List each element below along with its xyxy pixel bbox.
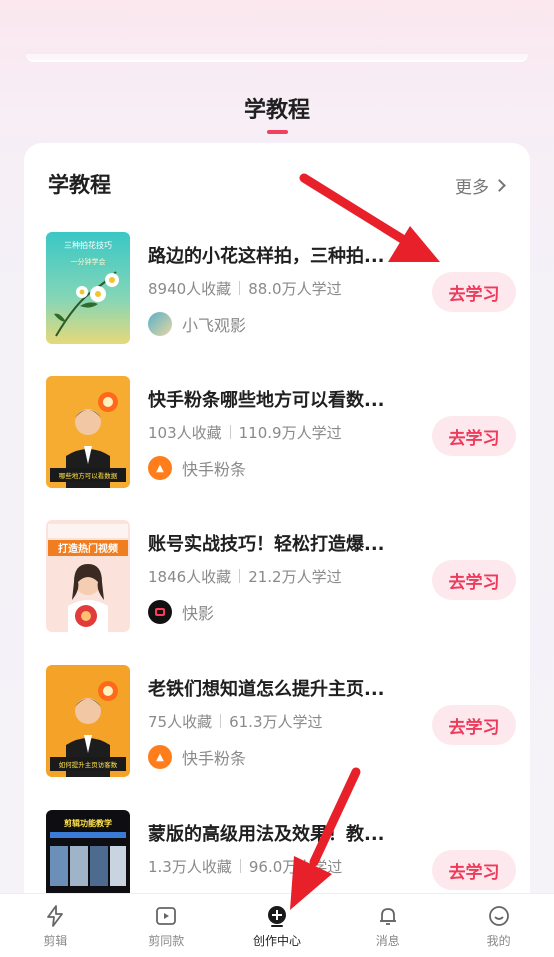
- tab-label: 消息: [375, 934, 400, 948]
- bottom-tab-bar: 剪辑 剪同款 创作中心 消息 我的: [0, 893, 554, 957]
- tutorial-thumbnail[interactable]: 打造热门视频: [46, 520, 130, 632]
- tutorial-thumbnail[interactable]: 三种拍花技巧 一分钟学会: [46, 232, 130, 344]
- tab-label: 创作中心: [252, 934, 301, 948]
- stat-divider: [239, 859, 241, 873]
- save-count: 1846人收藏: [148, 568, 232, 586]
- learner-count: 61.3万人学过: [229, 713, 323, 731]
- author-name: 快影: [182, 604, 215, 623]
- chevron-right-icon: [493, 179, 506, 192]
- avatar: ▲: [148, 745, 172, 769]
- tutorial-title[interactable]: 账号实战技巧！轻松打造爆...: [148, 530, 398, 556]
- tutorial-author[interactable]: ▲ 快手粉条: [148, 745, 246, 769]
- stat-divider: [239, 569, 241, 583]
- svg-text:一分钟学会: 一分钟学会: [71, 257, 106, 266]
- list-item[interactable]: 打造热门视频 账号实战技巧！轻松打造爆... 1846人收藏 21.2万人学过 快…: [46, 520, 516, 632]
- list-item[interactable]: 三种拍花技巧 一分钟学会 路边的小花这样拍，三种拍... 8940人收藏 88.0…: [46, 232, 516, 344]
- author-name: 小飞观影: [182, 316, 247, 335]
- svg-text:如何提升主页访客数: 如何提升主页访客数: [59, 760, 118, 769]
- tutorial-author[interactable]: 快影: [148, 600, 214, 624]
- card-title: 学教程: [48, 173, 111, 197]
- svg-text:哪些地方可以看数据: 哪些地方可以看数据: [59, 471, 118, 480]
- tab-messages[interactable]: 消息: [332, 894, 443, 957]
- save-count: 103人收藏: [148, 424, 222, 442]
- tab-profile[interactable]: 我的: [443, 894, 554, 957]
- tutorial-stats: 8940人收藏 88.0万人学过: [148, 278, 342, 299]
- tutorial-stats: 75人收藏 61.3万人学过: [148, 711, 323, 732]
- tab-template[interactable]: 剪同款: [111, 894, 222, 957]
- svg-text:三种拍花技巧: 三种拍花技巧: [64, 240, 112, 250]
- smile-icon: [488, 906, 509, 926]
- section-title[interactable]: 学教程: [0, 92, 554, 124]
- go-learn-button[interactable]: 去学习: [432, 416, 516, 456]
- avatar: ▲: [148, 456, 172, 480]
- learner-count: 96.0万人学过: [248, 858, 343, 876]
- tab-label: 我的: [486, 934, 511, 948]
- tutorial-title[interactable]: 路边的小花这样拍，三种拍...: [148, 242, 398, 268]
- stat-divider: [229, 425, 231, 439]
- tab-label: 剪辑: [43, 934, 68, 948]
- learner-count: 88.0万人学过: [248, 280, 342, 298]
- svg-text:剪辑功能教学: 剪辑功能教学: [64, 818, 112, 828]
- tab-edit[interactable]: 剪辑: [0, 894, 111, 957]
- tutorial-thumbnail[interactable]: 哪些地方可以看数据: [46, 376, 130, 488]
- stat-divider: [239, 281, 241, 295]
- save-count: 75人收藏: [148, 713, 213, 731]
- tutorial-author[interactable]: ▲ 快手粉条: [148, 456, 246, 480]
- tutorial-title[interactable]: 快手粉条哪些地方可以看数...: [148, 386, 398, 412]
- tutorial-card: 学教程 更多 三种拍花技巧 一分钟学会 路边的小花这样拍，三种拍... 8940…: [24, 143, 530, 923]
- go-learn-button[interactable]: 去学习: [432, 850, 516, 890]
- lightning-icon: [47, 905, 64, 927]
- list-item[interactable]: 如何提升主页访客数 老铁们想知道怎么提升主页... 75人收藏 61.3万人学过 …: [46, 665, 516, 777]
- author-name: 快手粉条: [182, 460, 247, 479]
- more-label: 更多: [455, 178, 489, 198]
- go-learn-button[interactable]: 去学习: [432, 705, 516, 745]
- tutorial-stats: 1.3万人收藏 96.0万人学过: [148, 856, 342, 877]
- avatar: [148, 600, 172, 624]
- save-count: 1.3万人收藏: [148, 858, 232, 876]
- bell-icon: [379, 908, 396, 925]
- active-tab-indicator: [267, 130, 288, 134]
- author-name: 快手粉条: [182, 749, 247, 768]
- avatar: [148, 312, 172, 336]
- more-link[interactable]: 更多: [455, 173, 506, 198]
- top-divider: [26, 54, 528, 62]
- tutorial-author[interactable]: 小飞观影: [148, 312, 246, 336]
- tutorial-title[interactable]: 老铁们想知道怎么提升主页...: [148, 675, 398, 701]
- svg-text:打造热门视频: 打造热门视频: [58, 542, 118, 555]
- tutorial-stats: 103人收藏 110.9万人学过: [148, 422, 342, 443]
- learner-count: 21.2万人学过: [248, 568, 342, 586]
- tab-creation-center[interactable]: 创作中心: [222, 894, 333, 957]
- play-icon: [156, 907, 177, 925]
- go-learn-button[interactable]: 去学习: [432, 272, 516, 312]
- go-learn-button[interactable]: 去学习: [432, 560, 516, 600]
- save-count: 8940人收藏: [148, 280, 232, 298]
- list-item[interactable]: 哪些地方可以看数据 快手粉条哪些地方可以看数... 103人收藏 110.9万人学…: [46, 376, 516, 488]
- tutorial-title[interactable]: 蒙版的高级用法及效果！教...: [148, 820, 398, 846]
- stat-divider: [220, 714, 222, 728]
- learner-count: 110.9万人学过: [238, 424, 342, 442]
- tab-label: 剪同款: [148, 934, 185, 948]
- tutorial-stats: 1846人收藏 21.2万人学过: [148, 566, 342, 587]
- tutorial-thumbnail[interactable]: 如何提升主页访客数: [46, 665, 130, 777]
- create-icon: [267, 906, 286, 927]
